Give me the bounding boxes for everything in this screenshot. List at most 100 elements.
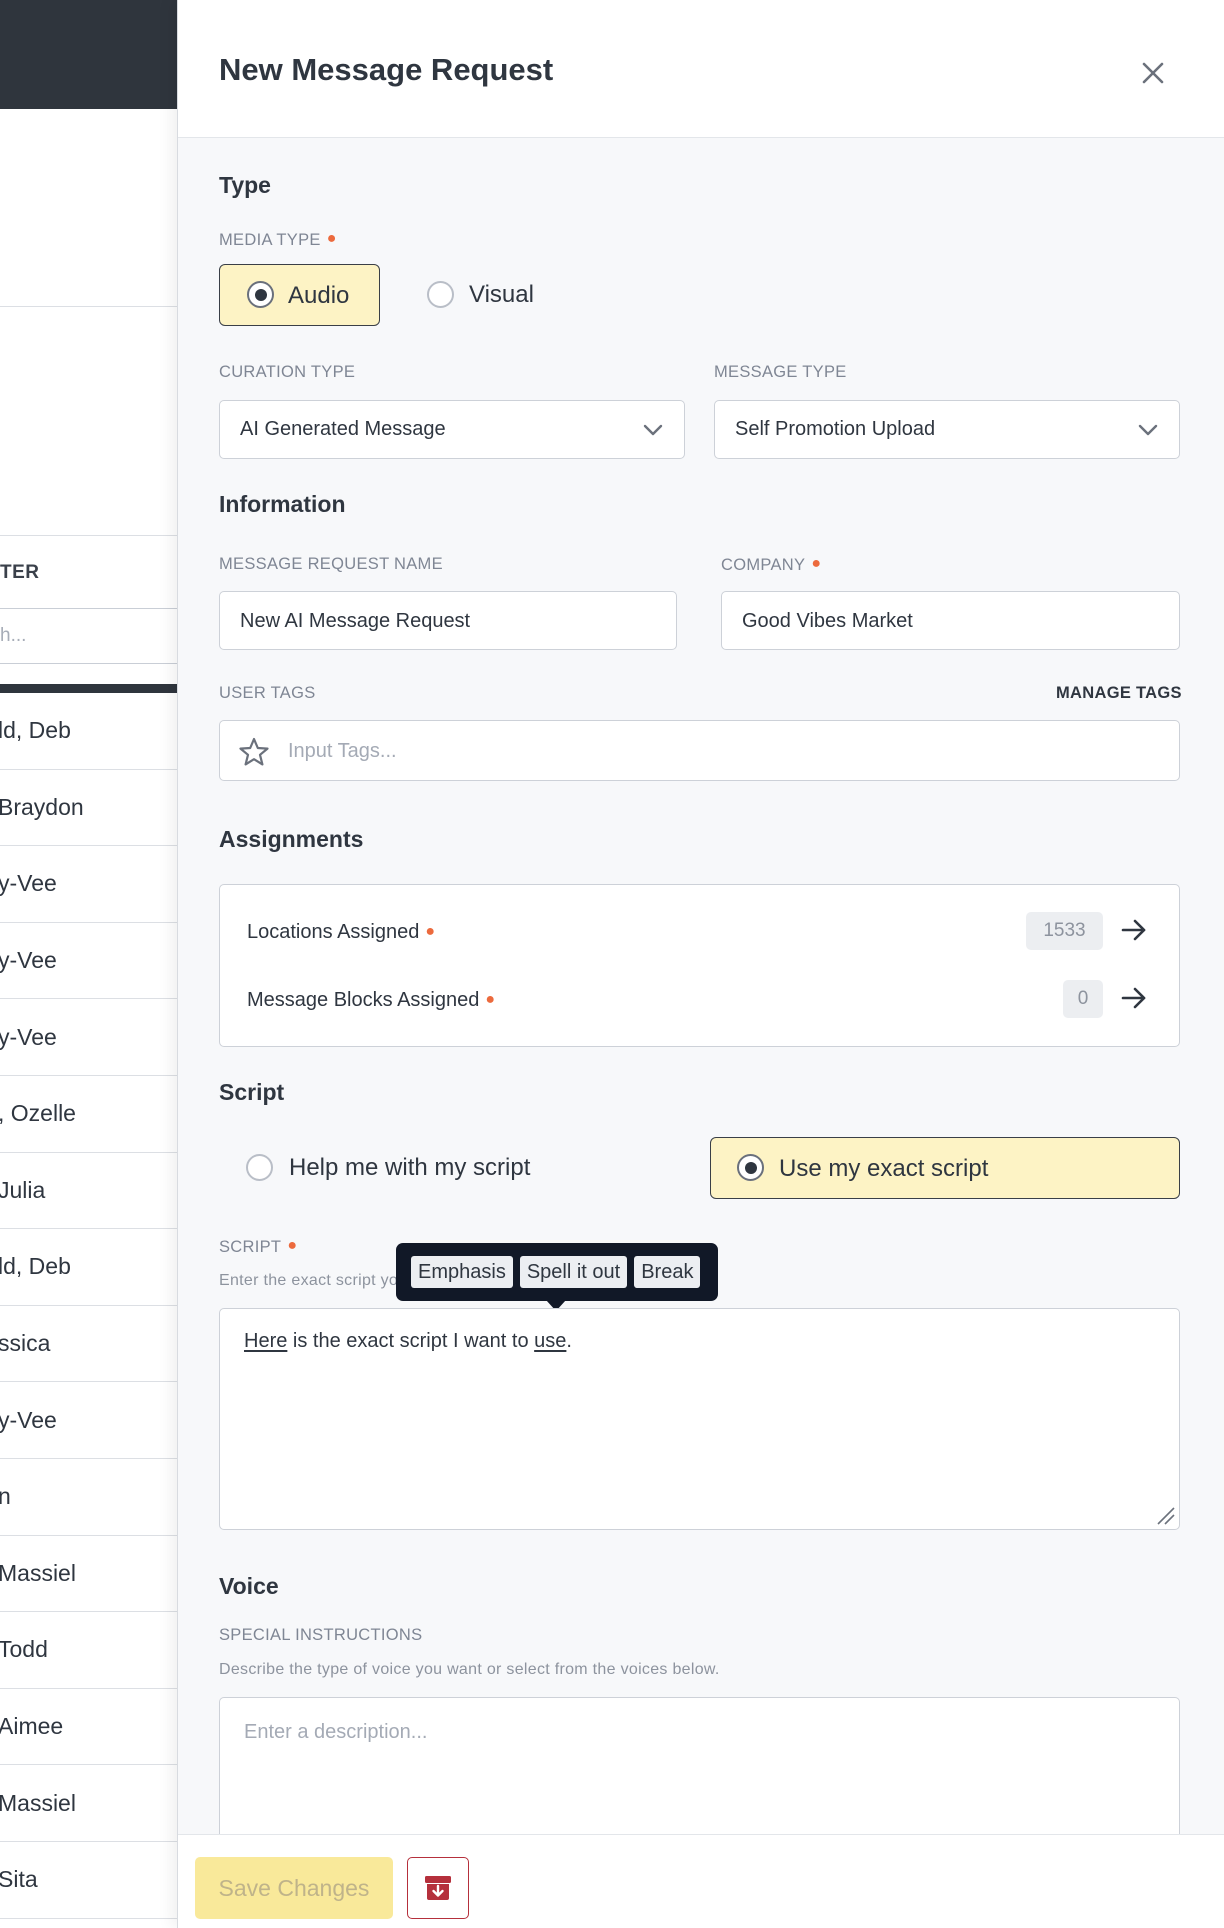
required-dot: ● [326, 230, 337, 247]
table-row[interactable]: ld, Deb [0, 1229, 178, 1306]
star-icon [239, 737, 269, 766]
table-row[interactable]: Todd [0, 1612, 178, 1689]
tags-placeholder: Input Tags... [288, 740, 397, 762]
break-button[interactable]: Break [634, 1256, 701, 1288]
script-option-help-label: Help me with my script [289, 1154, 531, 1181]
table-row[interactable]: ssica [0, 1306, 178, 1383]
radio-selected[interactable] [737, 1154, 764, 1181]
drawer-footer: Save Changes [178, 1834, 1224, 1928]
table-row[interactable]: , Ozelle [0, 1076, 178, 1153]
company-value: Good Vibes Market [742, 610, 913, 632]
voice-description-textarea[interactable]: Enter a description... [219, 1697, 1180, 1847]
row-name: Massiel [0, 1789, 76, 1816]
media-type-visual-label: Visual [469, 281, 534, 308]
locations-count-badge: 1533 [1026, 912, 1103, 950]
arrow-right-icon[interactable] [1118, 982, 1150, 1014]
radio-selected[interactable] [247, 281, 274, 308]
message-request-name-value: New AI Message Request [240, 610, 471, 632]
row-name: y-Vee [0, 1023, 57, 1050]
table-row[interactable]: Aimee [0, 1689, 178, 1766]
table-row[interactable]: Braydon [0, 770, 178, 847]
required-dot: ● [287, 1237, 298, 1254]
user-tags-input[interactable]: Input Tags... [219, 720, 1180, 781]
row-name: Massiel [0, 1559, 76, 1586]
ssml-toolbar-tooltip: Emphasis Spell it out Break [396, 1243, 718, 1311]
section-title-script: Script [219, 1079, 285, 1105]
required-dot: ● [425, 923, 436, 940]
message-type-select[interactable]: Self Promotion Upload [714, 400, 1180, 459]
message-type-label: MESSAGE TYPE [714, 363, 847, 381]
table-row[interactable]: Massiel [0, 1536, 178, 1613]
row-name: y-Vee [0, 870, 57, 897]
new-message-request-drawer: New Message Request Type MEDIA TYPE ● Aud… [177, 0, 1224, 1928]
special-instructions-label: SPECIAL INSTRUCTIONS [219, 1626, 423, 1644]
background-page: TER h... ld, Deb Braydon y-Vee y-Vee y-Vee , … [0, 0, 178, 1928]
locations-assigned-label: Locations Assigned ● [247, 921, 436, 943]
section-title-assignments: Assignments [219, 826, 364, 852]
resize-handle-icon[interactable] [1152, 1502, 1176, 1526]
table-row[interactable]: y-Vee [0, 999, 178, 1076]
spell-it-out-button[interactable]: Spell it out [519, 1256, 628, 1288]
media-type-label: MEDIA TYPE ● [219, 230, 337, 249]
media-type-visual-option[interactable]: Visual [427, 264, 557, 326]
script-text-middle: is the exact script I want to [287, 1330, 535, 1352]
row-name: y-Vee [0, 1406, 57, 1433]
background-header [0, 0, 178, 109]
curation-type-label: CURATION TYPE [219, 363, 356, 381]
drawer-header: New Message Request [178, 0, 1224, 138]
table-header-bar [0, 684, 178, 693]
script-word-here: Here [244, 1330, 288, 1352]
table-row[interactable]: y-Vee [0, 1382, 178, 1459]
arrow-right-icon[interactable] [1118, 914, 1150, 946]
row-name: ld, Deb [0, 717, 71, 744]
row-name: n [0, 1483, 11, 1510]
chevron-down-icon [1138, 424, 1158, 436]
close-icon[interactable] [1133, 53, 1173, 93]
section-title-information: Information [219, 491, 346, 517]
row-name: ssica [0, 1330, 51, 1357]
row-name: Todd [0, 1636, 48, 1663]
table-row[interactable]: Massiel [0, 1765, 178, 1842]
filter-input[interactable] [0, 608, 178, 664]
curation-type-select[interactable]: AI Generated Message [219, 400, 685, 459]
message-blocks-assigned-label: Message Blocks Assigned ● [247, 989, 496, 1011]
chevron-down-icon [643, 424, 663, 436]
background-table: ld, Deb Braydon y-Vee y-Vee y-Vee , Ozelle Jul… [0, 693, 178, 1919]
user-tags-label: USER TAGS [219, 684, 316, 702]
table-row[interactable]: Julia [0, 1153, 178, 1230]
special-instructions-hint: Describe the type of voice you want or s… [219, 1661, 720, 1678]
row-name: Aimee [0, 1713, 64, 1740]
manage-tags-link[interactable]: MANAGE TAGS [1056, 684, 1182, 703]
message-type-value: Self Promotion Upload [735, 418, 936, 440]
table-row[interactable]: Sita [0, 1842, 178, 1919]
drawer-title: New Message Request [219, 52, 554, 87]
table-row[interactable]: ld, Deb [0, 693, 178, 770]
radio-unselected[interactable] [427, 281, 454, 308]
row-name: Julia [0, 1176, 46, 1203]
row-name: ld, Deb [0, 1253, 71, 1280]
required-dot: ● [485, 991, 496, 1008]
emphasis-button[interactable]: Emphasis [411, 1256, 513, 1288]
table-row[interactable]: y-Vee [0, 923, 178, 1000]
script-content: Here is the exact script I want to use. [244, 1330, 572, 1353]
filter-label: TER [0, 562, 40, 583]
message-request-name-input[interactable]: New AI Message Request [219, 591, 677, 650]
row-name: Sita [0, 1866, 38, 1893]
row-name: , Ozelle [0, 1100, 76, 1127]
media-type-audio-option[interactable]: Audio [219, 264, 380, 326]
message-blocks-count-badge: 0 [1063, 980, 1103, 1018]
script-option-help[interactable]: Help me with my script [219, 1137, 686, 1199]
media-type-audio-label: Audio [288, 282, 350, 309]
table-row[interactable]: y-Vee [0, 846, 178, 923]
archive-button[interactable] [407, 1857, 469, 1919]
save-changes-button[interactable]: Save Changes [195, 1857, 393, 1919]
radio-unselected[interactable] [246, 1154, 273, 1181]
script-option-exact[interactable]: Use my exact script [710, 1137, 1180, 1199]
script-textarea[interactable]: Here is the exact script I want to use. [219, 1308, 1180, 1530]
table-row[interactable]: n [0, 1459, 178, 1536]
script-hint: Enter the exact script yo [219, 1272, 399, 1289]
description-placeholder: Enter a description... [244, 1721, 428, 1743]
company-input[interactable]: Good Vibes Market [721, 591, 1180, 650]
row-name: Braydon [0, 793, 84, 820]
section-title-type: Type [219, 172, 271, 198]
